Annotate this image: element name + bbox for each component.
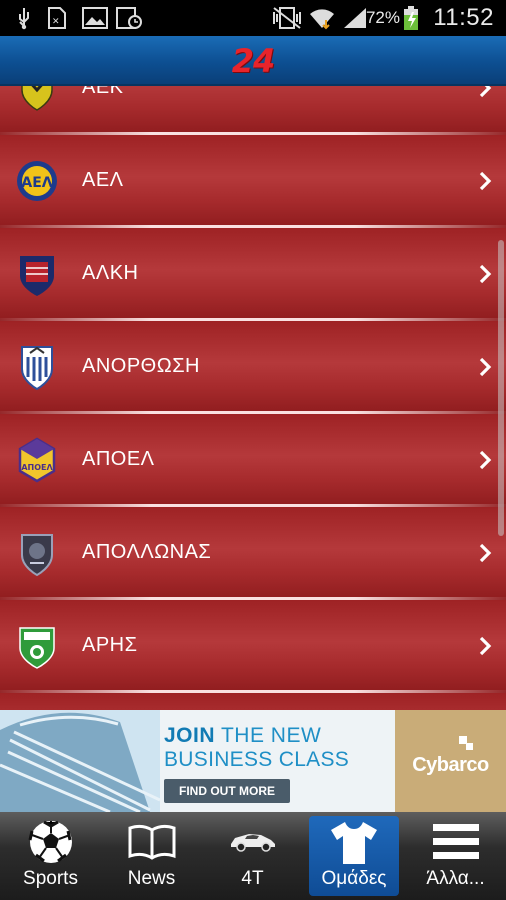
tab-news[interactable]: News	[101, 812, 202, 900]
car-icon	[230, 834, 275, 852]
team-row-alki[interactable]: ΑΛΚΗ	[0, 228, 506, 321]
team-row-aris[interactable]: ΑΡΗΣ	[0, 600, 506, 693]
tab-4t[interactable]: 4T	[202, 812, 303, 900]
ad-headline-rest: THE NEW	[215, 724, 322, 747]
tab-label: Sports	[23, 868, 78, 889]
open-book-icon	[128, 824, 175, 860]
usb-icon	[19, 8, 29, 30]
list-scrollbar[interactable]	[498, 240, 504, 536]
battery-percent: 72%	[365, 8, 400, 27]
tab-label: Ομάδες	[321, 868, 387, 889]
team-row-aek[interactable]: ΑΕΚ	[0, 86, 506, 135]
team-row-apollonas[interactable]: ΑΠΟΛΛΩΝΑΣ	[0, 507, 506, 600]
status-time: 11:52	[433, 4, 494, 31]
wifi-icon	[310, 9, 334, 30]
calendar-icon	[116, 7, 142, 29]
team-name: ΑΠΟΕΛ	[82, 448, 155, 470]
ad-find-out-more-button[interactable]: FIND OUT MORE	[164, 779, 290, 803]
team-row-partial[interactable]	[0, 693, 506, 710]
chevron-right-icon	[479, 357, 492, 377]
ad-banner[interactable]: JOIN THE NEW BUSINESS CLASS FIND OUT MOR…	[0, 710, 506, 812]
team-name: ΑΡΗΣ	[82, 634, 138, 656]
svg-text:✕: ✕	[52, 17, 60, 27]
svg-text:ΑΠΟΕΛ: ΑΠΟΕΛ	[21, 463, 53, 472]
soccer-ball-icon	[28, 820, 72, 863]
bottom-nav: Sports News 4T Ομάδες Άλλα...	[0, 812, 506, 900]
alki-crest-icon	[20, 256, 54, 296]
team-name: ΑΕΚ	[82, 86, 124, 98]
vibrate-icon	[273, 7, 301, 29]
team-name: ΑΕΛ	[82, 169, 124, 191]
ad-subheadline: BUSINESS CLASS	[164, 748, 350, 771]
app-header: 24	[0, 36, 506, 86]
aek-crest-icon	[21, 86, 53, 111]
team-name: ΑΛΚΗ	[82, 262, 139, 284]
chevron-right-icon	[479, 450, 492, 470]
team-row-ael[interactable]: ΑΕΛ ΑΕΛ	[0, 135, 506, 228]
jersey-icon	[331, 822, 377, 864]
tab-label: 4T	[241, 868, 264, 889]
aris-crest-icon	[19, 627, 55, 669]
building-image	[0, 710, 160, 812]
anorthosis-crest-icon	[21, 346, 53, 391]
team-name: ΑΠΟΛΛΩΝΑΣ	[82, 541, 212, 563]
sim-card-icon: ✕	[48, 7, 66, 29]
chevron-right-icon	[479, 171, 492, 191]
ad-brand: Cybarco	[412, 754, 489, 776]
signal-icon	[344, 8, 366, 28]
tab-label: News	[127, 868, 176, 889]
chevron-right-icon	[479, 86, 492, 98]
app-logo: 24	[231, 42, 276, 80]
team-row-apoel[interactable]: ΑΠΟΕΛ ΑΠΟΕΛ	[0, 414, 506, 507]
team-name: ΑΝΟΡΘΩΣΗ	[82, 355, 200, 377]
team-row-anorthosis[interactable]: ΑΝΟΡΘΩΣΗ	[0, 321, 506, 414]
ael-crest-icon: ΑΕΛ	[17, 161, 57, 201]
ad-headline-bold: JOIN	[164, 724, 216, 747]
chevron-right-icon	[479, 543, 492, 563]
gallery-icon	[82, 7, 108, 29]
tab-label: Άλλα...	[426, 868, 485, 889]
apollonas-crest-icon	[21, 534, 53, 577]
chevron-right-icon	[479, 636, 492, 656]
tab-sports[interactable]: Sports	[0, 812, 101, 900]
team-list[interactable]: ΑΕΚ ΑΕΛ ΑΕΛ ΑΛΚΗ ΑΝΟΡΘΩΣΗ ΑΠΟΕΛ ΑΠΟΕΛ ΑΠ…	[0, 86, 506, 710]
cybarco-logo-icon	[459, 736, 473, 750]
ad-brand-box[interactable]: Cybarco	[395, 710, 506, 812]
menu-icon	[432, 824, 479, 859]
tab-more[interactable]: Άλλα...	[405, 812, 506, 900]
battery-charging-icon	[404, 6, 418, 30]
ad-headline: JOIN THE NEW	[164, 724, 321, 748]
status-bar: ✕ 72% 11:52	[0, 0, 506, 36]
tab-teams[interactable]: Ομάδες	[309, 816, 399, 896]
apoel-crest-icon: ΑΠΟΕΛ	[18, 437, 56, 483]
svg-text:ΑΕΛ: ΑΕΛ	[21, 175, 52, 191]
chevron-right-icon	[479, 264, 492, 284]
